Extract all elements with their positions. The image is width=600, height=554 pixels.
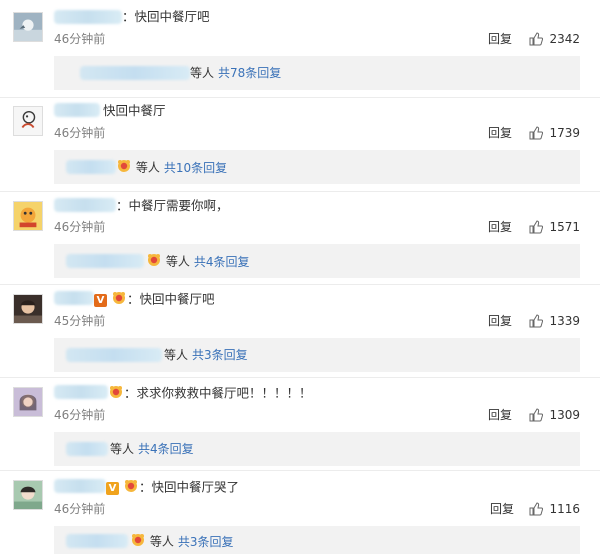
view-replies-link[interactable]: 共10条回复: [164, 161, 227, 175]
thumbs-up-icon: [529, 126, 544, 140]
like-button[interactable]: 1116: [529, 501, 580, 517]
v-badge-icon: V: [94, 293, 107, 307]
like-count: 2342: [549, 32, 580, 46]
divider: [0, 470, 600, 471]
comment-text: V ：快回中餐厅哭了: [106, 479, 239, 497]
fan-badge-icon: [130, 533, 146, 551]
like-count: 1309: [549, 408, 580, 422]
sub-reply-who: 等人: [135, 160, 160, 175]
sub-reply-box[interactable]: 等人 共3条回复: [54, 526, 580, 554]
avatar[interactable]: [13, 387, 43, 417]
fan-badge-icon: [111, 291, 127, 309]
like-button[interactable]: 1339: [529, 313, 580, 329]
comment-time: 45分钟前: [54, 314, 106, 328]
reply-button[interactable]: 回复: [488, 313, 512, 329]
comment-text-body: ：快回中餐厅哭了: [138, 479, 239, 495]
comment-time: 46分钟前: [54, 126, 106, 140]
v-badge-icon: V: [106, 481, 119, 495]
thumbs-up-icon: [529, 314, 544, 328]
divider: [0, 284, 600, 285]
comment-text-body: ：快回中餐厅吧: [126, 291, 215, 307]
view-replies-link[interactable]: 共4条回复: [194, 255, 250, 269]
comment-text: V ：快回中餐厅吧: [94, 291, 215, 309]
divider: [0, 377, 600, 378]
reply-button[interactable]: 回复: [488, 125, 512, 141]
username-blurred[interactable]: [54, 385, 108, 399]
comment-text: ：求求你救救中餐厅吧！！！！！: [108, 385, 312, 403]
username-blurred[interactable]: [54, 479, 106, 493]
username-blurred: [66, 160, 116, 174]
like-button[interactable]: 2342: [529, 31, 580, 47]
reply-button[interactable]: 回复: [488, 31, 512, 47]
avatar[interactable]: [13, 480, 43, 510]
like-count: 1571: [549, 220, 580, 234]
view-replies-link[interactable]: 共3条回复: [192, 348, 248, 362]
sub-reply-box[interactable]: 等人 共3条回复: [54, 338, 580, 372]
comment-text: ：快回中餐厅吧: [122, 9, 210, 24]
comment-time: 46分钟前: [54, 32, 106, 46]
sub-reply-box[interactable]: 等人 共10条回复: [54, 150, 580, 184]
reply-button[interactable]: 回复: [490, 501, 514, 517]
sub-reply-box[interactable]: 等人 共4条回复: [54, 244, 580, 278]
fan-badge-icon: [146, 253, 162, 271]
sub-reply-box[interactable]: 等人 共4条回复: [54, 432, 580, 466]
like-button[interactable]: 1309: [529, 407, 580, 423]
fan-badge-icon: [116, 159, 132, 177]
fan-badge-icon: [108, 385, 124, 403]
view-replies-link[interactable]: 共3条回复: [178, 535, 234, 549]
username-blurred: [80, 66, 190, 80]
view-replies-link[interactable]: 共78条回复: [218, 66, 281, 80]
sub-reply-who: 等人: [165, 254, 190, 269]
comment-text-body: ：求求你救救中餐厅吧！！！！！: [124, 385, 312, 401]
avatar[interactable]: [13, 12, 43, 42]
like-count: 1339: [549, 314, 580, 328]
comment-text: 快回中餐厅: [103, 103, 166, 118]
username-blurred: [66, 348, 162, 362]
username-blurred: [66, 254, 144, 268]
reply-button[interactable]: 回复: [488, 407, 512, 423]
username-blurred[interactable]: [54, 10, 122, 24]
username-blurred[interactable]: [54, 103, 100, 117]
sub-reply-who: 等人: [190, 66, 215, 80]
like-button[interactable]: 1571: [529, 219, 580, 235]
fan-badge-icon: [123, 479, 139, 497]
thumbs-up-icon: [529, 220, 544, 234]
comment-text: ：中餐厅需要你啊，: [116, 198, 229, 213]
divider: [0, 97, 600, 98]
divider: [0, 191, 600, 192]
username-blurred[interactable]: [54, 291, 94, 305]
comment-time: 46分钟前: [54, 220, 106, 234]
username-blurred[interactable]: [54, 198, 116, 212]
comment-time: 46分钟前: [54, 502, 106, 516]
avatar[interactable]: [13, 201, 43, 231]
sub-reply-who: 等人: [149, 534, 174, 549]
like-count: 1739: [549, 126, 580, 140]
thumbs-up-icon: [529, 32, 544, 46]
comment-time: 46分钟前: [54, 408, 106, 422]
like-count: 1116: [549, 502, 580, 516]
sub-reply-who: 等人: [164, 348, 189, 362]
reply-button[interactable]: 回复: [488, 219, 512, 235]
sub-reply-who: 等人: [110, 442, 135, 456]
username-blurred: [66, 534, 128, 548]
sub-reply-box[interactable]: 等人 共78条回复: [54, 56, 580, 90]
like-button[interactable]: 1739: [529, 125, 580, 141]
avatar[interactable]: [13, 294, 43, 324]
thumbs-up-icon: [529, 502, 544, 516]
view-replies-link[interactable]: 共4条回复: [138, 442, 194, 456]
avatar[interactable]: [13, 106, 43, 136]
thumbs-up-icon: [529, 408, 544, 422]
username-blurred: [66, 442, 108, 456]
